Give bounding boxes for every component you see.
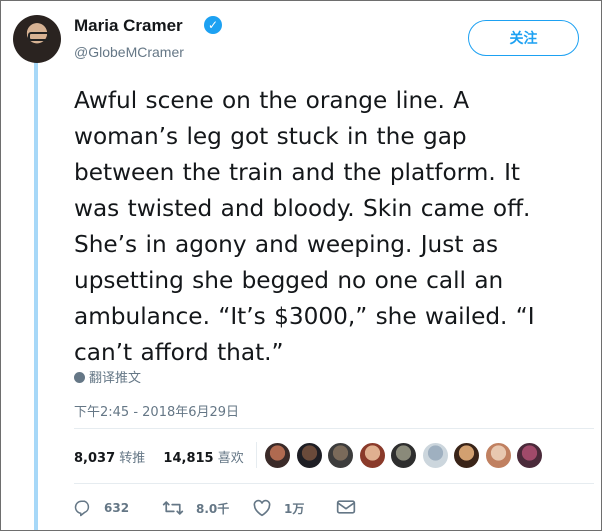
retweets-stat[interactable]: 8,037 转推 [74,447,145,466]
thread-line [34,61,38,530]
reply-count: 632 [104,501,130,515]
verified-badge-icon: ✓ [204,16,222,34]
retweet-icon [162,501,184,515]
tweet-text-line: upsetting she begged no one call an [74,267,504,294]
tweet-text-line: was twisted and bloody. Skin came off. [74,195,531,222]
liker-avatar[interactable] [453,442,480,469]
tweet-text-line: between the train and the platform. It [74,159,521,186]
envelope-icon [336,500,356,514]
stats-separator [256,442,257,468]
user-handle[interactable]: @GlobeMCramer [74,44,184,60]
user-name[interactable]: Maria Cramer [74,16,183,36]
translate-tweet-link[interactable]: 翻译推文 [74,367,141,386]
liker-avatar[interactable] [295,442,323,469]
tweet-text-line: can’t afford that.” [74,339,284,366]
tweet-text-line: ambulance. “It’s $3000,” she wailed. “I [74,303,535,330]
retweets-count: 8,037 [74,451,116,466]
follow-button[interactable]: 关注 [468,20,579,56]
like-button[interactable]: 1万 [252,499,304,517]
liker-avatar[interactable] [358,442,386,469]
liker-avatar[interactable] [421,442,449,469]
liker-avatar[interactable] [390,442,417,469]
divider [74,483,594,484]
retweet-count: 8.0千 [196,501,230,516]
liker-avatar[interactable] [516,442,543,469]
tweet-text-line: She’s in agony and weeping. Just as [74,231,499,258]
reply-button[interactable]: 632 [74,499,129,517]
engagement-stats: 8,037 转推 14,815 喜欢 [74,447,258,466]
tweet-text-line: woman’s leg got stuck in the gap [74,123,467,150]
likes-count: 14,815 [163,451,214,466]
direct-message-button[interactable] [336,499,356,515]
liker-avatar[interactable] [484,442,512,469]
action-bar: 632 8.0千 1万 [74,499,594,521]
translate-label: 翻译推文 [89,371,142,386]
tweet-text-line: Awful scene on the orange line. A [74,87,470,114]
likes-label: 喜欢 [217,451,244,466]
reply-icon [74,500,90,517]
timestamp[interactable]: 下午2:45 - 2018年6月29日 [74,401,239,420]
retweet-button[interactable]: 8.0千 [162,499,229,517]
liker-avatar[interactable] [264,442,291,469]
heart-icon [253,499,271,517]
likes-stat[interactable]: 14,815 喜欢 [163,447,243,466]
avatar[interactable] [13,15,61,63]
tweet-text: Awful scene on the orange line. A woman’… [74,83,594,371]
liker-avatar[interactable] [327,442,354,469]
retweets-label: 转推 [119,451,146,466]
like-count: 1万 [284,501,305,516]
globe-icon [74,372,85,383]
tweet-card: Maria Cramer ✓ @GlobeMCramer 关注 Awful sc… [0,0,602,531]
divider [74,428,594,429]
